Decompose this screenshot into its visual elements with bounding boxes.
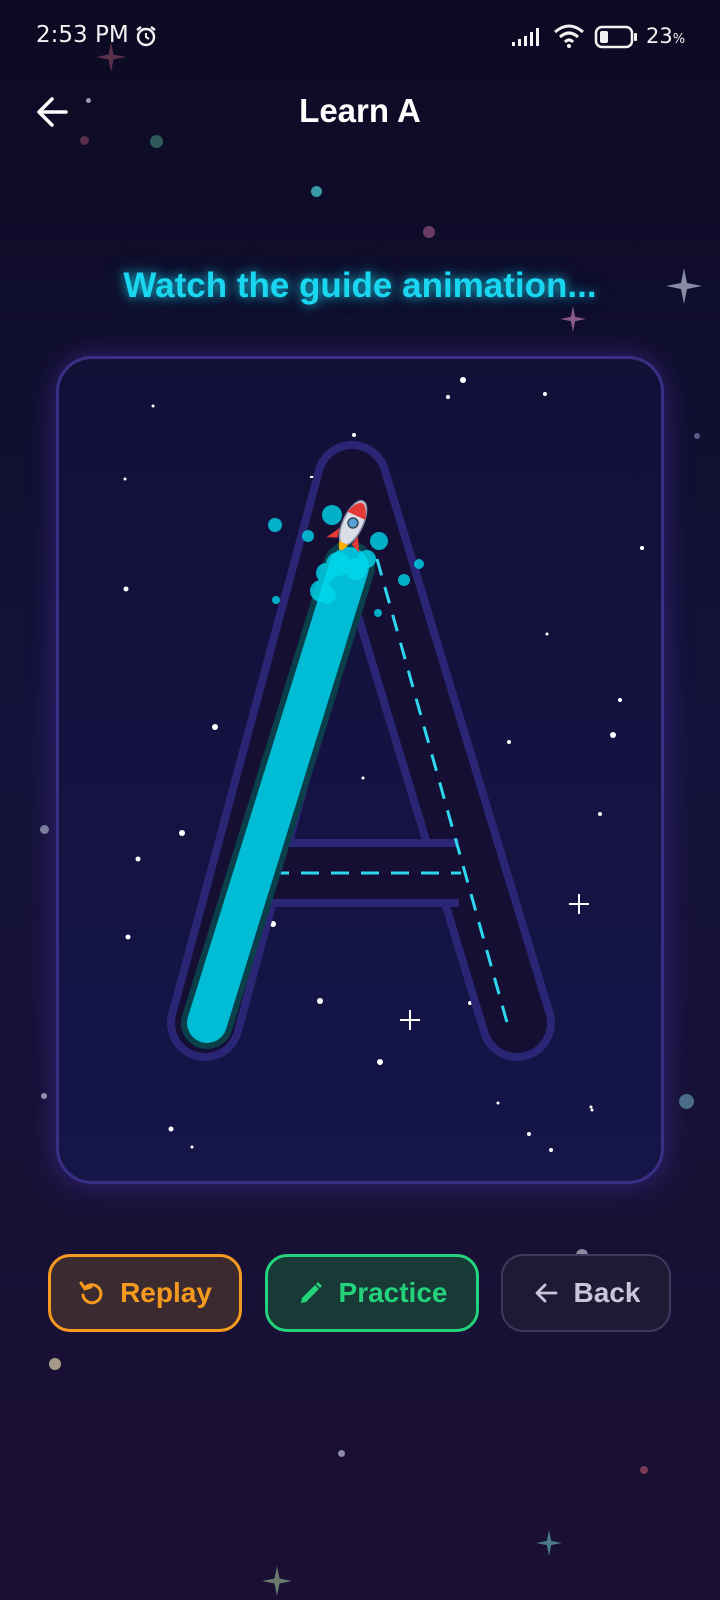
- tracing-canvas[interactable]: [56, 356, 664, 1184]
- pencil-icon: [300, 1282, 322, 1303]
- battery-icon: [594, 25, 637, 49]
- sparkle-icon: [96, 42, 126, 72]
- sparkle-icon: [262, 1566, 292, 1596]
- page-title: Learn A: [299, 92, 421, 129]
- decor-dot: [423, 226, 435, 238]
- decor-dot: [41, 1093, 47, 1099]
- decor-dot: [338, 1450, 345, 1457]
- decor-dot: [80, 136, 89, 145]
- arrow-left-icon: [535, 1283, 557, 1303]
- back-button[interactable]: Back: [501, 1254, 671, 1332]
- back-label: Back: [573, 1277, 641, 1308]
- replay-button[interactable]: Replay: [48, 1254, 242, 1332]
- replay-icon: [79, 1281, 103, 1305]
- decor-dot: [150, 135, 163, 148]
- practice-label: Practice: [338, 1277, 448, 1308]
- decor-dot: [40, 825, 49, 834]
- battery-percent: 23%: [646, 24, 686, 48]
- decor-dot: [49, 1358, 61, 1370]
- signal-icon: [512, 28, 539, 46]
- wifi-icon: [554, 24, 584, 48]
- alarm-icon: [136, 26, 156, 47]
- guide-instruction: Watch the guide animation...: [123, 266, 597, 305]
- practice-button[interactable]: Practice: [265, 1254, 479, 1332]
- decor-dot: [311, 186, 322, 197]
- decor-dot: [640, 1466, 648, 1474]
- sparkle-icon: [560, 306, 586, 332]
- decor-dot: [694, 433, 700, 439]
- sparkle-icon: [536, 1530, 562, 1556]
- replay-label: Replay: [120, 1277, 212, 1308]
- decor-dot: [679, 1094, 694, 1109]
